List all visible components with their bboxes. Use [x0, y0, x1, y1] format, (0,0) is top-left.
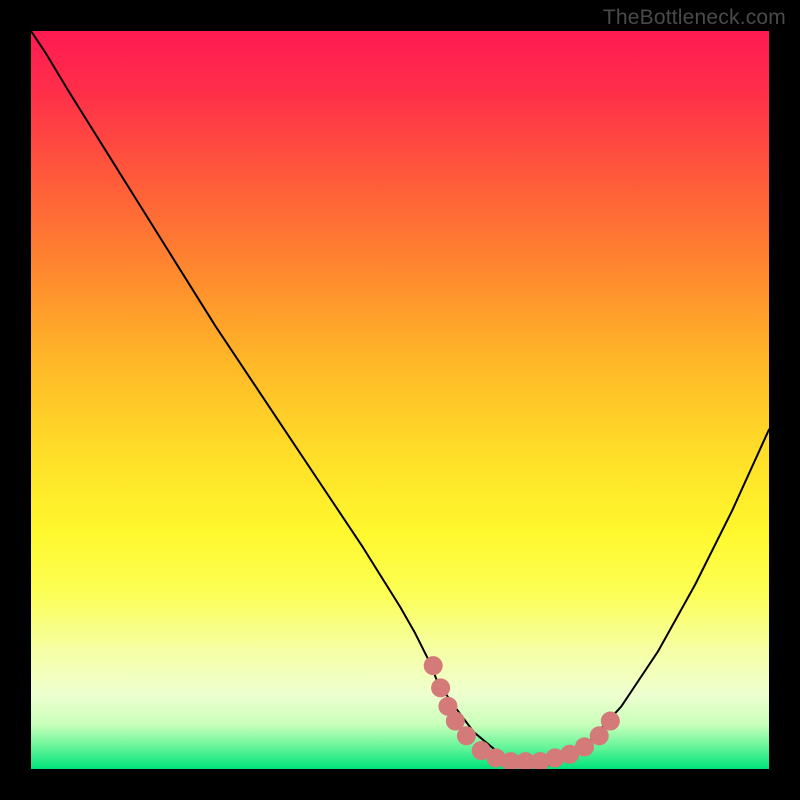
chart-stage: TheBottleneck.com — [0, 0, 800, 800]
marker-dot — [432, 679, 450, 697]
bottleneck-curve — [31, 31, 769, 765]
marker-dot — [446, 712, 464, 730]
curve-layer — [31, 31, 769, 769]
marker-dot — [576, 738, 594, 756]
marker-group — [424, 657, 619, 769]
marker-dot — [457, 727, 475, 745]
watermark-text: TheBottleneck.com — [603, 6, 786, 30]
marker-dot — [590, 727, 608, 745]
plot-area — [31, 31, 769, 769]
marker-dot — [424, 657, 442, 675]
marker-dot — [601, 712, 619, 730]
